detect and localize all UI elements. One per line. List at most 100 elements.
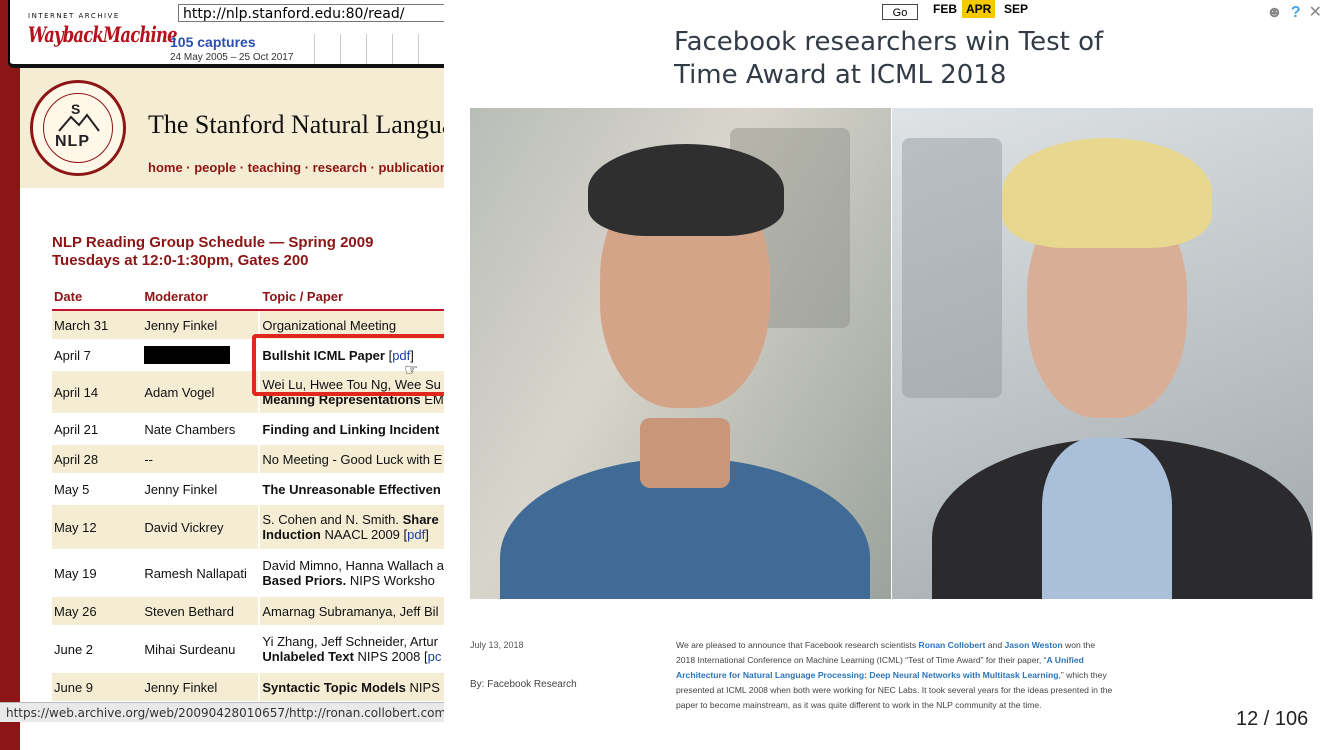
redacted-name-block	[144, 346, 231, 364]
wayback-url-input[interactable]: http://nlp.stanford.edu:80/read/	[178, 4, 444, 22]
site-title[interactable]: The Stanford Natural Langua	[148, 110, 444, 140]
row-topic: S. Cohen and N. Smith. Share Induction NA…	[258, 504, 444, 551]
row-moderator: Ramesh Nallapati	[142, 550, 260, 597]
article-date: July 13, 2018	[470, 640, 524, 650]
topic-title: Based Priors.	[262, 573, 347, 588]
month-prev-link[interactable]: FEB	[933, 2, 957, 16]
researchers-photo	[470, 108, 1313, 599]
neck	[640, 418, 730, 488]
go-button[interactable]: Go	[882, 4, 918, 20]
table-row: April 28 -- No Meeting - Good Luck with …	[52, 444, 444, 475]
row-date: March 31	[52, 310, 143, 341]
row-date: April 28	[52, 444, 143, 475]
seal-nlp-text: NLP	[55, 133, 90, 150]
topic-venue: NIPS	[405, 679, 440, 695]
row-moderator: Jenny Finkel	[142, 474, 260, 505]
pdf-link[interactable]: pc	[428, 649, 442, 664]
row-topic: Syntactic Topic Models NIPS	[258, 672, 444, 703]
topic-title: Syntactic Topic Models	[262, 679, 406, 695]
row-moderator: --	[142, 444, 260, 475]
row-moderator: Jenny Finkel	[142, 310, 260, 341]
schedule-title-line-2: Tuesdays at 12:0-1:30pm, Gates 200	[52, 252, 309, 269]
row-date: April 14	[52, 370, 143, 415]
row-date: May 26	[52, 596, 143, 627]
bracket: ]	[425, 527, 429, 542]
article-title: Facebook researchers win Test of Time Aw…	[674, 27, 1104, 90]
table-row: May 26 Steven Bethard Amarnag Subramanya…	[52, 596, 444, 627]
internet-archive-label: INTERNET ARCHIVE	[28, 12, 120, 20]
photo-ronan-collobert	[470, 108, 891, 599]
cursor-hand-icon: ☞	[404, 362, 419, 379]
topic-venue: NIPS 2008 [	[353, 649, 428, 664]
row-topic: David Mimno, Hanna Wallach a Based Priors…	[258, 550, 444, 597]
row-date: May 19	[52, 550, 143, 597]
help-icon[interactable]: ?	[1291, 4, 1309, 21]
column-header-moderator: Moderator	[142, 284, 260, 311]
row-date: June 9	[52, 672, 143, 703]
month-next-link[interactable]: SEP	[1004, 2, 1028, 16]
table-row: June 9 Jenny Finkel Syntactic Topic Mode…	[52, 672, 444, 703]
topic-title-cont: Induction	[262, 527, 321, 542]
topic-title: Unlabeled Text	[262, 649, 354, 664]
captures-count-link[interactable]: 105 captures	[170, 34, 256, 50]
table-row: May 12 David Vickrey S. Cohen and N. Smi…	[52, 504, 444, 551]
topic-venue: NAACL 2009 [	[320, 527, 408, 542]
pdf-link[interactable]: pdf	[407, 527, 425, 542]
dark-hair	[588, 144, 784, 236]
mountain-icon	[58, 113, 100, 132]
wayback-month-nav: Go FEB APR SEP ☻?✕	[876, 0, 1334, 22]
topic-authors: S. Cohen and N. Smith.	[262, 512, 399, 527]
body-text: and	[985, 640, 1005, 650]
topic-title: Share	[398, 512, 439, 527]
stanford-nlp-seal-logo[interactable]: S NLP	[30, 80, 126, 176]
user-icon[interactable]: ☻	[1266, 4, 1291, 21]
row-moderator: Nate Chambers	[142, 414, 260, 445]
topic-authors: Yi Zhang, Jeff Schneider, Artur	[262, 634, 438, 649]
month-current: APR	[962, 0, 996, 18]
row-date: April 21	[52, 414, 143, 445]
article-body: We are pleased to announce that Facebook…	[676, 638, 1116, 713]
row-date: June 2	[52, 626, 143, 673]
schedule-title-line-1: NLP Reading Group Schedule — Spring 2009	[52, 234, 374, 251]
topic-venue: NIPS Worksho	[346, 573, 435, 588]
author-link-ronan[interactable]: Ronan Collobert	[919, 640, 986, 650]
table-row: June 2 Mihai Surdeanu Yi Zhang, Jeff Sch…	[52, 626, 444, 673]
column-header-date: Date	[52, 284, 143, 311]
stanford-header: S NLP The Stanford Natural Langua home ·…	[20, 68, 444, 188]
photo-jason-weston	[892, 108, 1313, 599]
author-link-jason[interactable]: Jason Weston	[1005, 640, 1063, 650]
blond-hair	[1002, 138, 1212, 248]
background-blur	[902, 138, 1002, 398]
table-row: May 5 Jenny Finkel The Unreasonable Effe…	[52, 474, 444, 505]
slide-counter: 12 / 106	[1236, 708, 1309, 730]
row-moderator	[142, 340, 260, 371]
wayback-toolbar: INTERNET ARCHIVE WaybackMachine http://n…	[8, 0, 444, 68]
row-topic: The Unreasonable Effectiven	[258, 474, 444, 505]
page-border-bar	[0, 0, 20, 750]
row-moderator: Steven Bethard	[142, 596, 260, 627]
row-moderator: David Vickrey	[142, 504, 260, 551]
row-topic: No Meeting - Good Luck with E	[258, 444, 444, 475]
light-blue-shirt	[1042, 438, 1172, 599]
captures-date-range: 24 May 2005 – 25 Oct 2017	[170, 52, 294, 63]
column-header-topic: Topic / Paper	[258, 284, 444, 311]
row-topic: Yi Zhang, Jeff Schneider, Artur Unlabeled…	[258, 626, 444, 673]
browser-status-bar: https://web.archive.org/web/200904280106…	[0, 702, 444, 722]
site-nav-links[interactable]: home · people · teaching · research · pu…	[148, 160, 444, 175]
row-moderator: Adam Vogel	[142, 370, 260, 415]
close-icon[interactable]: ✕	[1309, 4, 1330, 21]
table-row: May 19 Ramesh Nallapati David Mimno, Han…	[52, 550, 444, 597]
wayback-logo[interactable]: WaybackMachine	[28, 22, 178, 47]
row-date: April 7	[52, 340, 143, 371]
captures-sparkline[interactable]	[314, 34, 444, 64]
row-moderator: Jenny Finkel	[142, 672, 260, 703]
article-byline: By: Facebook Research	[470, 679, 577, 690]
row-date: May 5	[52, 474, 143, 505]
row-moderator: Mihai Surdeanu	[142, 626, 260, 673]
row-topic: Finding and Linking Incident	[258, 414, 444, 445]
wayback-top-icons: ☻?✕	[1266, 2, 1330, 22]
row-topic: Amarnag Subramanya, Jeff Bil	[258, 596, 444, 627]
body-text: We are pleased to announce that Facebook…	[676, 640, 919, 650]
table-row: April 21 Nate Chambers Finding and Linki…	[52, 414, 444, 445]
facebook-article-panel: Facebook researchers win Test of Time Aw…	[444, 0, 1334, 750]
